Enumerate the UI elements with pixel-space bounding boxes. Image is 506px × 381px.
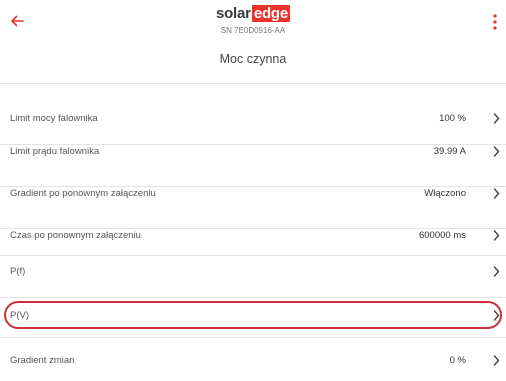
chevron-right-icon — [493, 188, 500, 199]
row-label: Gradient zmian — [10, 355, 75, 366]
row-value: 0 % — [449, 355, 466, 366]
page-title: Moc czynna — [219, 52, 287, 66]
row-value: 600000 ms — [418, 230, 466, 241]
divider — [0, 83, 506, 84]
row-p-f[interactable]: P(f) — [0, 251, 506, 292]
chevron-right-icon — [493, 113, 500, 124]
row-gradient-po-zalaczeniu[interactable]: Gradient po ponownym załączeniu Włączono — [0, 173, 506, 214]
row-limit-pradu[interactable]: Limit prądu falownika 39.99 A — [0, 131, 506, 172]
row-label: Czas po ponownym załączeniu — [10, 230, 141, 241]
chevron-right-icon — [493, 230, 500, 241]
row-p-v[interactable]: P(V) — [0, 295, 506, 336]
row-value: 39.99 A — [433, 146, 466, 157]
kebab-menu-icon[interactable] — [488, 12, 502, 32]
row-label: Gradient po ponownym załączeniu — [10, 188, 156, 199]
app-bar: solar edge SN 7E0D0916-AA — [0, 0, 506, 42]
divider — [0, 337, 506, 338]
solaredge-logo: solar edge — [215, 5, 291, 22]
row-label: P(V) — [10, 310, 29, 321]
serial-number: SN 7E0D0916-AA — [220, 26, 286, 35]
row-label: P(f) — [10, 266, 26, 277]
row-value: Włączono — [424, 188, 466, 199]
chevron-right-icon — [493, 266, 500, 277]
row-czas-po-zalaczeniu[interactable]: Czas po ponownym załączeniu 600000 ms — [0, 215, 506, 256]
row-label: Limit prądu falownika — [10, 146, 100, 157]
chevron-right-icon — [493, 146, 500, 157]
row-gradient-zmian[interactable]: Gradient zmian 0 % — [0, 340, 506, 381]
chevron-right-icon — [493, 355, 500, 366]
brand: solar edge SN 7E0D0916-AA — [0, 5, 506, 36]
chevron-right-icon — [493, 310, 500, 321]
